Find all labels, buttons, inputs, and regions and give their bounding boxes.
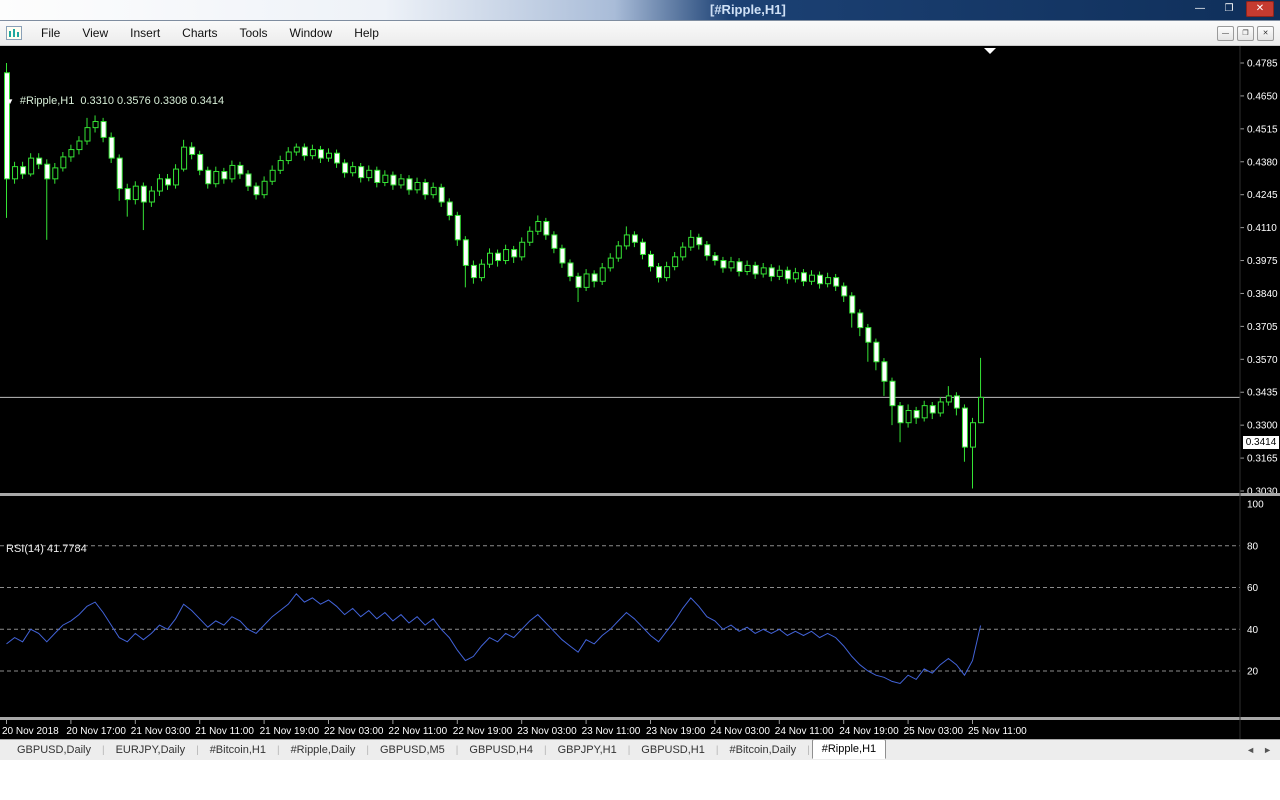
svg-text:21 Nov 03:00: 21 Nov 03:00: [131, 726, 191, 737]
chart-tab-gbpusddaily[interactable]: GBPUSD,Daily: [8, 741, 100, 759]
svg-text:0.4515: 0.4515: [1247, 124, 1278, 135]
chart-tab-gbpjpyh1[interactable]: GBPJPY,H1: [549, 741, 626, 759]
tab-separator: |: [366, 744, 369, 756]
chart-tab-gbpusdh4[interactable]: GBPUSD,H4: [460, 741, 542, 759]
mdi-window-controls: — ❐ ✕: [1217, 25, 1274, 41]
tab-separator: |: [627, 744, 631, 756]
tab-separator: |: [196, 744, 199, 756]
svg-text:100: 100: [1247, 500, 1264, 511]
menu-item-insert[interactable]: Insert: [119, 22, 171, 44]
application-window: [#Ripple,H1] — ❐ ✕ File View Insert Charts T…: [0, 0, 1280, 800]
svg-text:25 Nov 03:00: 25 Nov 03:00: [904, 726, 964, 737]
menu-item-help[interactable]: Help: [343, 22, 390, 44]
chart-tab-eurjpydaily[interactable]: EURJPY,Daily: [107, 741, 195, 759]
mdi-restore-icon: ❐: [1242, 30, 1249, 37]
svg-text:60: 60: [1247, 583, 1259, 594]
svg-text:0.4785: 0.4785: [1247, 59, 1278, 70]
price-shift-marker-icon: [984, 48, 996, 54]
svg-text:0.4110: 0.4110: [1247, 223, 1277, 234]
tab-separator: |: [101, 744, 105, 756]
chart-tab-rippleh1[interactable]: #Ripple,H1: [811, 739, 887, 759]
chart-tab-bitcoindaily[interactable]: #Bitcoin,Daily: [720, 741, 805, 759]
svg-text:80: 80: [1247, 541, 1259, 552]
bottom-strip: [0, 760, 1280, 800]
tab-separator: |: [455, 744, 459, 756]
chart-tab-bar: GBPUSD,Daily | EURJPY,Daily | #Bitcoin,H1 | #R…: [0, 739, 1280, 760]
tab-separator: |: [543, 744, 547, 756]
title-bar: [#Ripple,H1] — ❐ ✕: [0, 0, 1280, 21]
svg-text:24 Nov 11:00: 24 Nov 11:00: [775, 726, 834, 737]
svg-text:0.4650: 0.4650: [1247, 91, 1278, 102]
svg-text:0.3840: 0.3840: [1247, 289, 1278, 300]
chart-tab-rippledaily[interactable]: #Ripple,Daily: [282, 741, 365, 759]
svg-text:23 Nov 19:00: 23 Nov 19:00: [646, 726, 706, 737]
svg-text:0.4380: 0.4380: [1247, 157, 1278, 168]
price-chart-canvas[interactable]: 0.4785 0.4650 0.4515 0.4380 0.4245 0.4110 0.39…: [0, 46, 1280, 739]
chart-app-icon: [6, 26, 22, 40]
menu-item-charts[interactable]: Charts: [171, 22, 228, 44]
svg-text:0.3435: 0.3435: [1247, 388, 1278, 399]
tab-scroll-controls: ◄ ►: [1246, 745, 1272, 755]
svg-text:0.3705: 0.3705: [1247, 322, 1278, 333]
tab-scroll-left-button[interactable]: ◄: [1246, 745, 1255, 755]
svg-text:0.3975: 0.3975: [1247, 256, 1278, 267]
svg-text:20 Nov 17:00: 20 Nov 17:00: [66, 726, 126, 737]
chart-tab-gbpusdh1[interactable]: GBPUSD,H1: [632, 741, 714, 759]
svg-text:23 Nov 03:00: 23 Nov 03:00: [517, 726, 577, 737]
chart-region: 0.4785 0.4650 0.4515 0.4380 0.4245 0.4110 0.39…: [0, 46, 1280, 739]
svg-text:21 Nov 19:00: 21 Nov 19:00: [260, 726, 320, 737]
mdi-close-button[interactable]: ✕: [1257, 25, 1274, 41]
minimize-icon: —: [1195, 3, 1205, 14]
candles-group: [4, 63, 985, 489]
pane-separator[interactable]: [0, 493, 1280, 496]
svg-text:22 Nov 11:00: 22 Nov 11:00: [388, 726, 447, 737]
rsi-axis: 100 80 60 40 20: [0, 500, 1264, 678]
menu-item-window[interactable]: Window: [279, 22, 344, 44]
svg-text:0.3165: 0.3165: [1247, 454, 1278, 465]
mdi-restore-button[interactable]: ❐: [1237, 25, 1254, 41]
window-title: [#Ripple,H1]: [710, 2, 786, 17]
tab-separator: |: [276, 744, 280, 756]
mdi-minimize-button[interactable]: —: [1217, 25, 1234, 41]
price-axis: 0.4785 0.4650 0.4515 0.4380 0.4245 0.4110 0.39…: [1240, 59, 1278, 498]
svg-text:22 Nov 03:00: 22 Nov 03:00: [324, 726, 384, 737]
rsi-line: [6, 593, 982, 685]
svg-text:23 Nov 11:00: 23 Nov 11:00: [582, 726, 641, 737]
svg-text:0.4245: 0.4245: [1247, 190, 1278, 201]
restore-icon: ❐: [1224, 3, 1234, 14]
svg-text:21 Nov 11:00: 21 Nov 11:00: [195, 726, 254, 737]
tab-scroll-right-button[interactable]: ►: [1263, 745, 1272, 755]
minimize-button[interactable]: —: [1188, 1, 1212, 17]
mdi-minimize-icon: —: [1222, 29, 1229, 37]
menu-item-file[interactable]: File: [30, 22, 71, 44]
mdi-close-icon: ✕: [1262, 30, 1269, 37]
svg-text:24 Nov 19:00: 24 Nov 19:00: [839, 726, 899, 737]
tab-items: GBPUSD,Daily | EURJPY,Daily | #Bitcoin,H1 | #R…: [8, 739, 887, 760]
close-button[interactable]: ✕: [1246, 1, 1274, 17]
menu-bar: File View Insert Charts Tools Window Help — ❐ …: [0, 21, 1280, 46]
tab-separator: |: [715, 744, 719, 756]
svg-text:0.3570: 0.3570: [1247, 355, 1278, 366]
time-axis: 20 Nov 2018 20 Nov 17:00 21 Nov 03:00 21 No…: [2, 720, 1027, 737]
svg-text:25 Nov 11:00: 25 Nov 11:00: [968, 726, 1027, 737]
maximize-button[interactable]: ❐: [1217, 1, 1241, 17]
svg-text:0.3300: 0.3300: [1247, 421, 1278, 432]
svg-text:24 Nov 03:00: 24 Nov 03:00: [710, 726, 770, 737]
close-icon: ✕: [1255, 3, 1265, 14]
svg-text:20 Nov 2018: 20 Nov 2018: [2, 726, 59, 737]
svg-text:40: 40: [1247, 625, 1259, 636]
menu-item-view[interactable]: View: [71, 22, 119, 44]
menu-item-tools[interactable]: Tools: [229, 22, 279, 44]
chart-tab-gbpusdm5[interactable]: GBPUSD,M5: [371, 741, 454, 759]
menu-items: File View Insert Charts Tools Window Help: [30, 24, 390, 42]
pane-separator: [0, 717, 1280, 720]
tab-separator: |: [807, 744, 810, 756]
svg-text:20: 20: [1247, 667, 1259, 678]
svg-text:22 Nov 19:00: 22 Nov 19:00: [453, 726, 513, 737]
chart-tab-bitcoinh1[interactable]: #Bitcoin,H1: [201, 741, 275, 759]
window-controls: — ❐ ✕: [1188, 1, 1274, 17]
